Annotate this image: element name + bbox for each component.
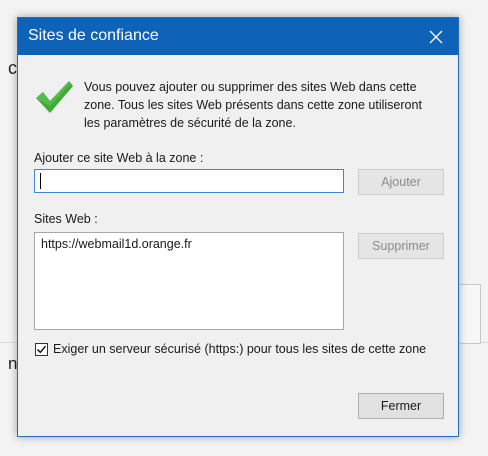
add-button[interactable]: Ajouter xyxy=(358,169,444,195)
dialog-title: Sites de confiance xyxy=(28,27,159,44)
add-site-label: Ajouter ce site Web à la zone : xyxy=(34,151,204,165)
background-panel xyxy=(460,284,481,344)
close-dialog-button[interactable]: Fermer xyxy=(358,393,444,419)
sites-list-label: Sites Web : xyxy=(34,212,98,226)
close-button[interactable] xyxy=(414,18,458,55)
require-https-checkbox[interactable] xyxy=(35,342,48,356)
require-https-row: Exiger un serveur sécurisé (https:) pour… xyxy=(35,342,426,356)
require-https-label: Exiger un serveur sécurisé (https:) pour… xyxy=(53,342,427,356)
green-checkmark-icon xyxy=(36,81,73,113)
title-bar[interactable]: Sites de confiance xyxy=(18,18,458,55)
info-message: Vous pouvez ajouter ou supprimer des sit… xyxy=(84,80,422,130)
remove-button[interactable]: Supprimer xyxy=(358,233,444,259)
add-site-input[interactable] xyxy=(34,169,344,193)
trusted-sites-dialog: Sites de confiance Vous pouvez ajouter o… xyxy=(17,17,459,437)
checkmark-icon xyxy=(36,345,47,353)
close-icon xyxy=(429,30,443,43)
sites-list[interactable]: https://webmail1d.orange.fr xyxy=(34,232,344,330)
text-caret xyxy=(40,173,41,189)
list-item[interactable]: https://webmail1d.orange.fr xyxy=(41,235,337,253)
